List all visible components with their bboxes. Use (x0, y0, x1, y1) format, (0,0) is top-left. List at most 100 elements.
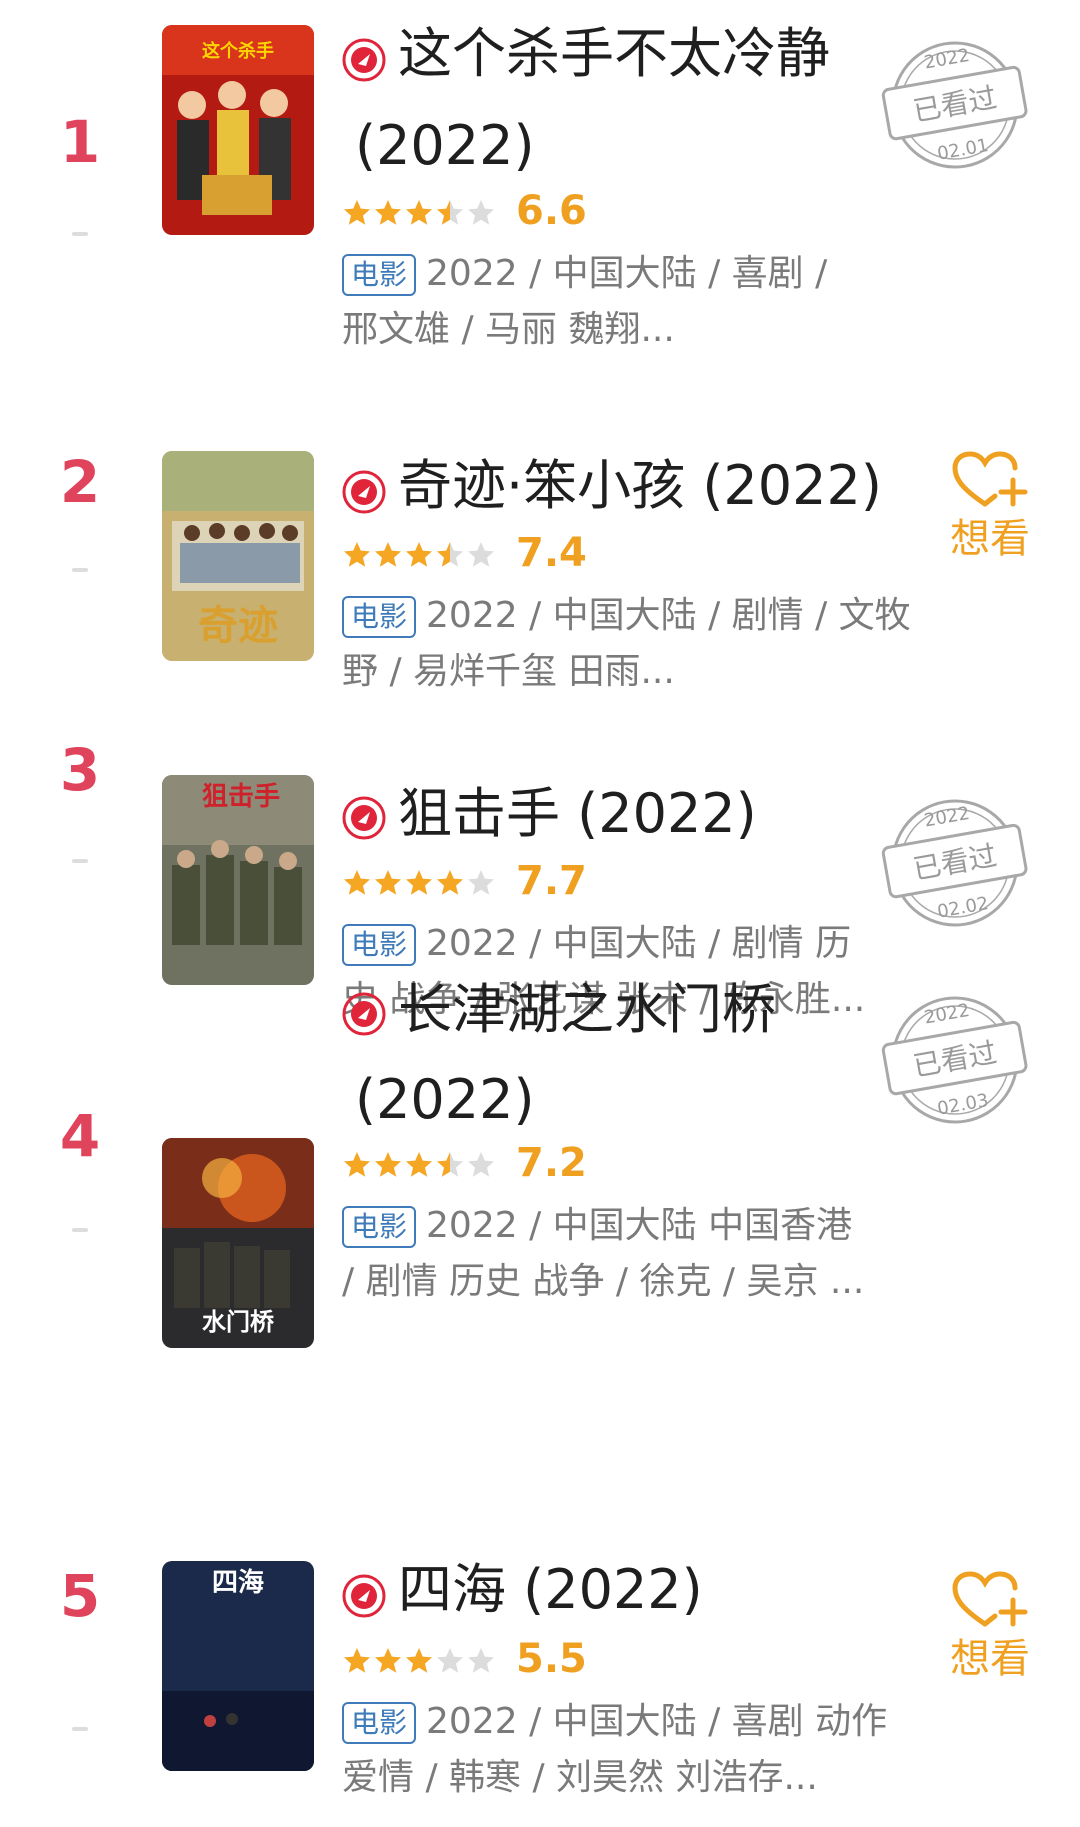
star-icon (344, 200, 370, 225)
list-item[interactable]: 5 四海 四海 (2022) 5.5 电影 2022 / 中国大陆 / 喜剧 动作… (0, 1440, 1080, 1827)
rank-number: 5 (59, 1562, 101, 1630)
movie-meta: 电影 2022 / 中国大陆 中国香港 / 剧情 历史 战争 / 徐克 / 吴京 … (342, 1198, 942, 1310)
watched-stamp: 2022 已看过 02.01 (880, 30, 1030, 180)
want-label: 想看 (950, 1636, 1030, 1682)
svg-text:狙击手: 狙击手 (202, 782, 280, 812)
watched-stamp: 2022 已看过 02.02 (880, 788, 1030, 938)
want-to-watch-button[interactable]: 想看 (930, 1570, 1050, 1686)
list-item[interactable]: 4 水门桥 长津湖之水门桥 (2022) 7.2 电影 2022 / 中国大陆 中… (0, 978, 1080, 1440)
watched-stamp-icon: 2022 已看过 02.02 (881, 799, 1028, 927)
star-icon (437, 1152, 463, 1177)
star-rating (342, 1148, 497, 1182)
meta-line1: 2022 / 中国大陆 / 剧情 历 (426, 923, 852, 964)
rank-number: 3 (59, 736, 101, 804)
douban-play-icon (342, 38, 386, 82)
rating-score: 7.4 (516, 530, 587, 576)
svg-text:奇迹: 奇迹 (198, 603, 278, 649)
star-icon (437, 870, 463, 895)
rank-divider (72, 1228, 88, 1232)
douban-play-icon (342, 796, 386, 840)
heart-plus-icon (952, 1571, 1028, 1627)
star-rating (342, 538, 497, 572)
meta-line1: 2022 / 中国大陆 / 喜剧 动作 (426, 1701, 888, 1742)
rating-score: 7.2 (516, 1140, 587, 1186)
movie-poster[interactable]: 水门桥 (162, 1138, 314, 1348)
movie-title[interactable]: 长津湖之水门桥 (398, 968, 918, 1052)
star-rating (342, 1644, 497, 1678)
star-icon (406, 542, 432, 567)
douban-play-icon (342, 1574, 386, 1618)
star-icon (468, 200, 494, 225)
star-icon (468, 1152, 494, 1177)
movie-poster[interactable]: 奇迹 (162, 451, 314, 661)
watched-stamp: 2022 已看过 02.03 (880, 985, 1030, 1135)
movie-poster[interactable]: 狙击手 (162, 775, 314, 985)
star-icon (344, 1648, 370, 1673)
rating-score: 5.5 (516, 1636, 587, 1682)
rank-number: 2 (59, 448, 101, 516)
star-icon (468, 870, 494, 895)
meta-line1: 2022 / 中国大陆 / 喜剧 / (426, 253, 828, 294)
star-rating (342, 866, 497, 900)
poster-soldiers-icon: 狙击手 (162, 775, 314, 985)
watched-stamp-icon: 2022 已看过 02.03 (881, 996, 1028, 1124)
star-icon (344, 1152, 370, 1177)
meta-line1: 2022 / 中国大陆 中国香港 (426, 1205, 853, 1246)
movie-title[interactable]: 这个杀手不太冷静 (398, 12, 918, 96)
rank-divider (72, 859, 88, 863)
movie-poster[interactable]: 四海 (162, 1561, 314, 1771)
rating-score: 7.7 (516, 858, 587, 904)
movie-title[interactable]: 四海 (2022) (398, 1548, 918, 1632)
movie-meta: 电影 2022 / 中国大陆 / 喜剧 动作 爱情 / 韩寒 / 刘昊然 刘浩存.… (342, 1694, 942, 1806)
star-icon (468, 1648, 494, 1673)
meta-line2: / 剧情 历史 战争 / 徐克 / 吴京 ... (342, 1261, 865, 1302)
poster-comedy-crowd-icon: 这个杀手 (162, 25, 314, 235)
meta-line2: 爱情 / 韩寒 / 刘昊然 刘浩存... (342, 1757, 818, 1798)
poster-group-photo-icon: 奇迹 (162, 451, 314, 661)
star-icon (406, 870, 432, 895)
douban-play-icon (342, 470, 386, 514)
star-icon (375, 542, 401, 567)
list-item[interactable]: 1 这个杀手 这个杀手不太冷静 (2022) 6.6 电影 2022 / 中国大陆… (0, 0, 1080, 350)
type-tag: 电影 (342, 596, 417, 638)
meta-line1: 2022 / 中国大陆 / 剧情 / 文牧 (426, 595, 911, 636)
movie-title[interactable]: 奇迹·笨小孩 (2022) (398, 444, 938, 528)
star-icon (468, 542, 494, 567)
movie-year: (2022) (355, 1068, 535, 1131)
star-icon (437, 200, 463, 225)
star-icon (406, 1648, 432, 1673)
movie-poster[interactable]: 这个杀手 (162, 25, 314, 235)
type-tag: 电影 (342, 1206, 417, 1248)
poster-night-sea-icon: 四海 (162, 1561, 314, 1771)
heart-plus-icon (952, 451, 1028, 507)
star-icon (375, 870, 401, 895)
svg-text:这个杀手: 这个杀手 (202, 40, 274, 62)
movie-year: (2022) (355, 114, 535, 177)
star-icon (344, 542, 370, 567)
list-item[interactable]: 2 奇迹 奇迹·笨小孩 (2022) 7.4 电影 2022 / 中国大陆 / 剧… (0, 340, 1080, 692)
want-to-watch-button[interactable]: 想看 (930, 450, 1050, 566)
poster-war-fire-icon: 水门桥 (162, 1138, 314, 1348)
type-tag: 电影 (342, 924, 417, 966)
rank-number: 1 (59, 108, 101, 176)
movie-title[interactable]: 狙击手 (2022) (398, 772, 918, 856)
star-icon (375, 1648, 401, 1673)
star-icon (437, 1648, 463, 1673)
rank-number: 4 (59, 1102, 101, 1170)
type-tag: 电影 (342, 1702, 417, 1744)
type-tag: 电影 (342, 254, 417, 296)
rank-divider (72, 232, 88, 236)
want-label: 想看 (950, 516, 1030, 562)
svg-text:水门桥: 水门桥 (202, 1308, 275, 1336)
rating-score: 6.6 (516, 188, 587, 234)
star-icon (375, 1152, 401, 1177)
douban-play-icon (342, 992, 386, 1036)
star-icon (344, 870, 370, 895)
star-icon (406, 1152, 432, 1177)
star-icon (406, 200, 432, 225)
watched-stamp-icon: 2022 已看过 02.01 (881, 41, 1028, 169)
star-icon (375, 200, 401, 225)
rank-divider (72, 568, 88, 572)
rank-divider (72, 1727, 88, 1731)
star-icon (437, 542, 463, 567)
